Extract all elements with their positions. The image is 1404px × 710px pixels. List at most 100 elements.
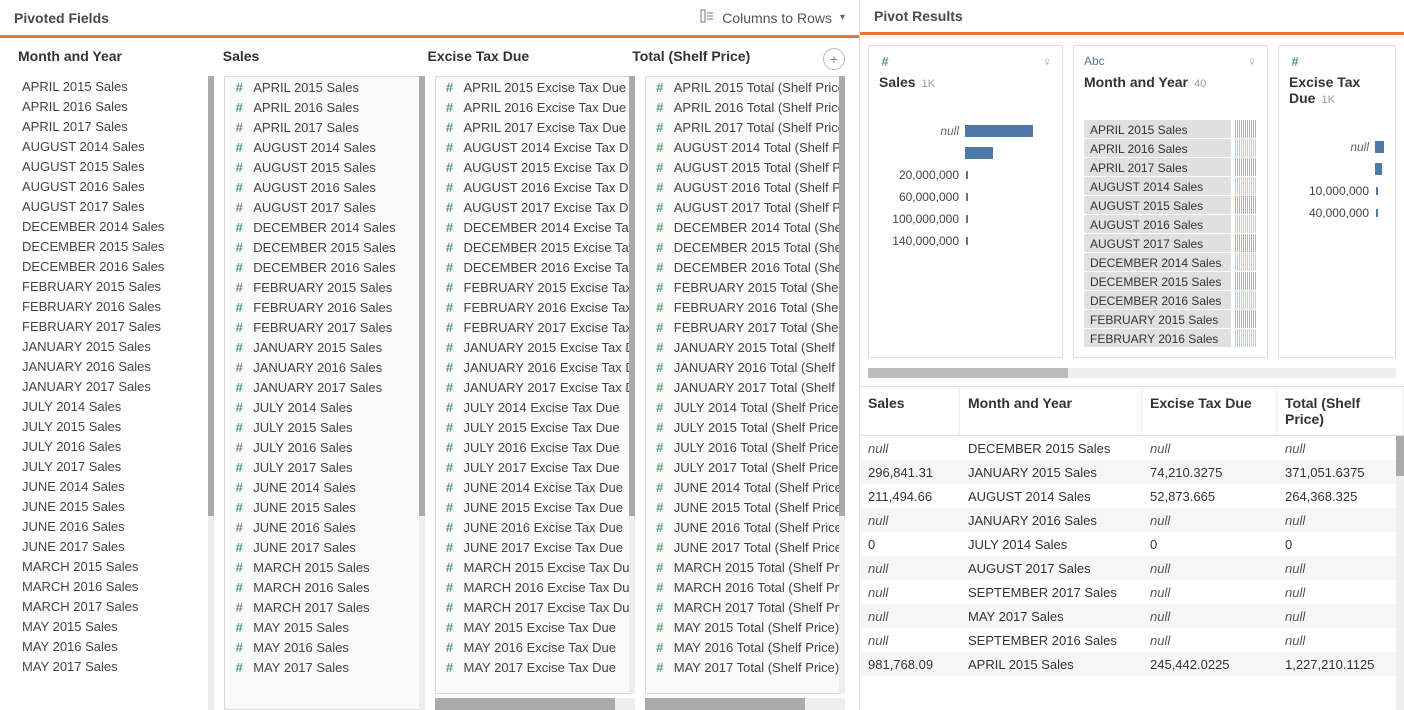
list-item[interactable]: #DECEMBER 2016 Total (Shelf Price) [646,257,844,277]
list-item[interactable]: #JANUARY 2017 Total (Shelf Price) [646,377,844,397]
list-item[interactable]: #JANUARY 2017 Excise Tax Due [436,377,634,397]
scrollbar[interactable] [839,76,845,694]
list-item[interactable]: #AUGUST 2014 Total (Shelf Price) [646,137,844,157]
list-item[interactable]: #DECEMBER 2015 Excise Tax Due [436,237,634,257]
list-item[interactable]: #FEBRUARY 2016 Excise Tax Due [436,297,634,317]
list-item[interactable]: #JUNE 2015 Sales [225,497,423,517]
list-item[interactable]: #AUGUST 2016 Total (Shelf Price) [646,177,844,197]
list-item[interactable]: #JUNE 2017 Total (Shelf Price) [646,537,844,557]
list-item[interactable]: #AUGUST 2015 Sales [225,157,423,177]
list-item[interactable]: #DECEMBER 2015 Sales [225,237,423,257]
list-item[interactable]: #JUNE 2014 Excise Tax Due [436,477,634,497]
list-item[interactable]: #JUNE 2016 Excise Tax Due [436,517,634,537]
list-item[interactable]: #FEBRUARY 2017 Excise Tax Due [436,317,634,337]
list-item[interactable]: JUNE 2015 Sales [14,496,214,516]
list-item[interactable]: #MAY 2016 Sales [225,637,423,657]
list-item[interactable]: #APRIL 2017 Excise Tax Due [436,117,634,137]
list-item[interactable]: #MARCH 2016 Total (Shelf Price) [646,577,844,597]
list-item[interactable]: #FEBRUARY 2015 Total (Shelf Price) [646,277,844,297]
list-item[interactable]: #MAY 2017 Sales [225,657,423,677]
list-item[interactable]: #MARCH 2017 Total (Shelf Price) [646,597,844,617]
list-item[interactable]: #JULY 2016 Excise Tax Due [436,437,634,457]
list-item[interactable]: #MARCH 2015 Total (Shelf Price) [646,557,844,577]
th-sales[interactable]: Sales [860,387,960,435]
list-item[interactable]: #FEBRUARY 2016 Sales [225,297,423,317]
value-tag[interactable]: AUGUST 2017 Sales [1084,234,1231,252]
list-item[interactable]: #APRIL 2015 Sales [225,77,423,97]
list-item[interactable]: #APRIL 2016 Sales [225,97,423,117]
list-item[interactable]: #MAY 2015 Excise Tax Due [436,617,634,637]
list-item[interactable]: #JUNE 2017 Sales [225,537,423,557]
list-item[interactable]: #AUGUST 2014 Excise Tax Due [436,137,634,157]
list-item[interactable]: #APRIL 2015 Excise Tax Due [436,77,634,97]
col-header-excise[interactable]: Excise Tax Due [424,48,619,70]
list-item[interactable]: JULY 2017 Sales [14,456,214,476]
value-tag[interactable]: FEBRUARY 2015 Sales [1084,310,1231,328]
list-item[interactable]: APRIL 2017 Sales [14,116,214,136]
table-row[interactable]: nullMAY 2017 Salesnullnull [860,604,1404,628]
list-item[interactable]: #JUNE 2016 Total (Shelf Price) [646,517,844,537]
list-item[interactable]: #APRIL 2017 Total (Shelf Price) [646,117,844,137]
list-item[interactable]: #JULY 2014 Sales [225,397,423,417]
list-item[interactable]: #MARCH 2015 Sales [225,557,423,577]
list-item[interactable]: FEBRUARY 2015 Sales [14,276,214,296]
list-item[interactable]: MAY 2017 Sales [14,656,214,676]
list-item[interactable]: DECEMBER 2015 Sales [14,236,214,256]
field-card-month-year[interactable]: Abc ♀ Month and Year40 APRIL 2015 SalesA… [1073,45,1268,358]
list-item[interactable]: #DECEMBER 2016 Sales [225,257,423,277]
list-item[interactable]: JUNE 2014 Sales [14,476,214,496]
list-item[interactable]: #DECEMBER 2015 Total (Shelf Price) [646,237,844,257]
table-row[interactable]: nullAUGUST 2017 Salesnullnull [860,556,1404,580]
list-item[interactable]: FEBRUARY 2016 Sales [14,296,214,316]
list-item[interactable]: #AUGUST 2017 Sales [225,197,423,217]
col-header-sales[interactable]: Sales [219,48,414,70]
list-item[interactable]: JANUARY 2017 Sales [14,376,214,396]
list-item[interactable]: DECEMBER 2014 Sales [14,216,214,236]
list-item[interactable]: #APRIL 2016 Excise Tax Due [436,97,634,117]
list-item[interactable]: MAY 2015 Sales [14,616,214,636]
value-tag[interactable]: DECEMBER 2014 Sales [1084,253,1231,271]
list-item[interactable]: #MAY 2015 Sales [225,617,423,637]
list-item[interactable]: #AUGUST 2014 Sales [225,137,423,157]
list-item[interactable]: #JANUARY 2017 Sales [225,377,423,397]
value-tag[interactable]: AUGUST 2014 Sales [1084,177,1231,195]
list-item[interactable]: #FEBRUARY 2016 Total (Shelf Price) [646,297,844,317]
list-item[interactable]: #FEBRUARY 2015 Sales [225,277,423,297]
list-item[interactable]: MARCH 2016 Sales [14,576,214,596]
list-item[interactable]: #JULY 2014 Excise Tax Due [436,397,634,417]
value-tag[interactable]: FEBRUARY 2016 Sales [1084,329,1231,347]
list-item[interactable]: #AUGUST 2017 Excise Tax Due [436,197,634,217]
list-item[interactable]: #APRIL 2016 Total (Shelf Price) [646,97,844,117]
table-vscrollbar[interactable] [1396,436,1404,710]
hscrollbar[interactable] [645,698,845,710]
list-item[interactable]: #MARCH 2017 Sales [225,597,423,617]
list-item[interactable]: #DECEMBER 2014 Excise Tax Due [436,217,634,237]
list-item[interactable]: JUNE 2017 Sales [14,536,214,556]
list-item[interactable]: #FEBRUARY 2015 Excise Tax Due [436,277,634,297]
table-row[interactable]: 981,768.09APRIL 2015 Sales245,442.02251,… [860,652,1404,676]
list-item[interactable]: #JULY 2015 Sales [225,417,423,437]
list-item[interactable]: #JUNE 2015 Excise Tax Due [436,497,634,517]
list-item[interactable]: #DECEMBER 2014 Sales [225,217,423,237]
value-tag[interactable]: APRIL 2015 Sales [1084,120,1231,138]
list-item[interactable]: #AUGUST 2015 Total (Shelf Price) [646,157,844,177]
list-item[interactable]: MAY 2016 Sales [14,636,214,656]
list-item[interactable]: JULY 2014 Sales [14,396,214,416]
list-item[interactable]: #JUNE 2016 Sales [225,517,423,537]
columns-to-rows-dropdown[interactable]: Columns to Rows ▾ [700,8,845,27]
list-item[interactable]: #JANUARY 2015 Excise Tax Due [436,337,634,357]
list-item[interactable]: #MARCH 2015 Excise Tax Due [436,557,634,577]
list-item[interactable]: #JANUARY 2016 Total (Shelf Price) [646,357,844,377]
table-row[interactable]: nullSEPTEMBER 2017 Salesnullnull [860,580,1404,604]
list-item[interactable]: #DECEMBER 2016 Excise Tax Due [436,257,634,277]
list-item[interactable]: #FEBRUARY 2017 Sales [225,317,423,337]
list-item[interactable]: #JUNE 2014 Sales [225,477,423,497]
list-item[interactable]: AUGUST 2015 Sales [14,156,214,176]
list-item[interactable]: #MAY 2016 Excise Tax Due [436,637,634,657]
list-item[interactable]: #JULY 2015 Excise Tax Due [436,417,634,437]
list-item[interactable]: JULY 2016 Sales [14,436,214,456]
col-header-total[interactable]: Total (Shelf Price) [628,48,823,70]
list-item[interactable]: #JULY 2016 Sales [225,437,423,457]
table-row[interactable]: 296,841.31JANUARY 2015 Sales74,210.32753… [860,460,1404,484]
table-row[interactable]: nullJANUARY 2016 Salesnullnull [860,508,1404,532]
